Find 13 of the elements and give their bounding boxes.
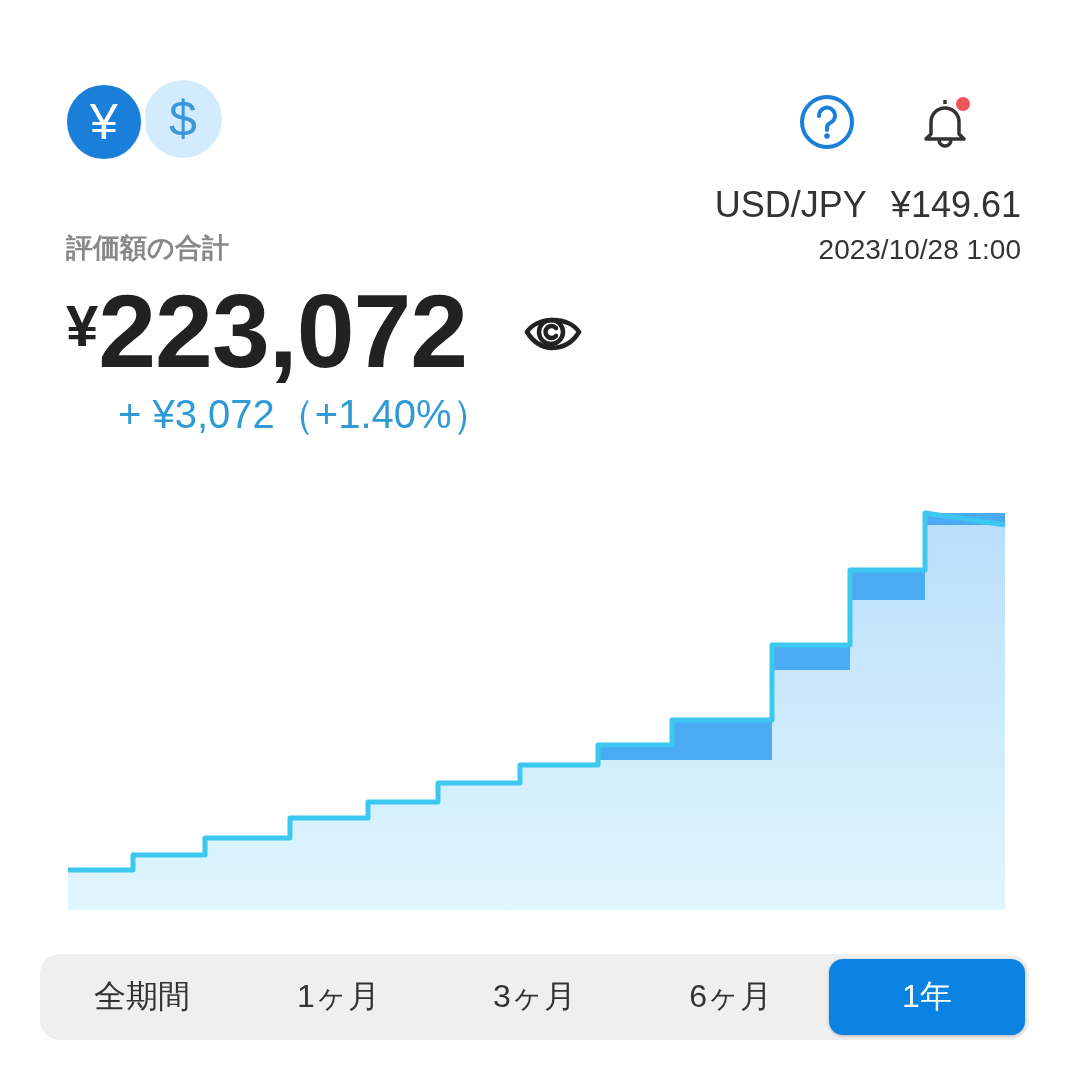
- total-amount: 223,072: [98, 272, 468, 391]
- period-tab[interactable]: 6ヶ月: [632, 959, 829, 1035]
- period-tab[interactable]: 全期間: [44, 959, 241, 1035]
- total-label: 評価額の合計: [66, 232, 229, 265]
- period-tab[interactable]: 3ヶ月: [436, 959, 633, 1035]
- period-tab[interactable]: 1年: [828, 959, 1025, 1035]
- exchange-rate: ¥149.61: [890, 184, 1021, 226]
- currency-pair: USD/JPY: [714, 184, 867, 226]
- change-amount: + ¥3,072（+1.40%）: [117, 391, 493, 438]
- help-icon[interactable]: [799, 94, 855, 150]
- period-tab[interactable]: 1ヶ月: [240, 959, 437, 1035]
- rate-timestamp: 2023/10/28 1:00: [818, 234, 1021, 266]
- currency-symbol: ¥: [66, 292, 99, 358]
